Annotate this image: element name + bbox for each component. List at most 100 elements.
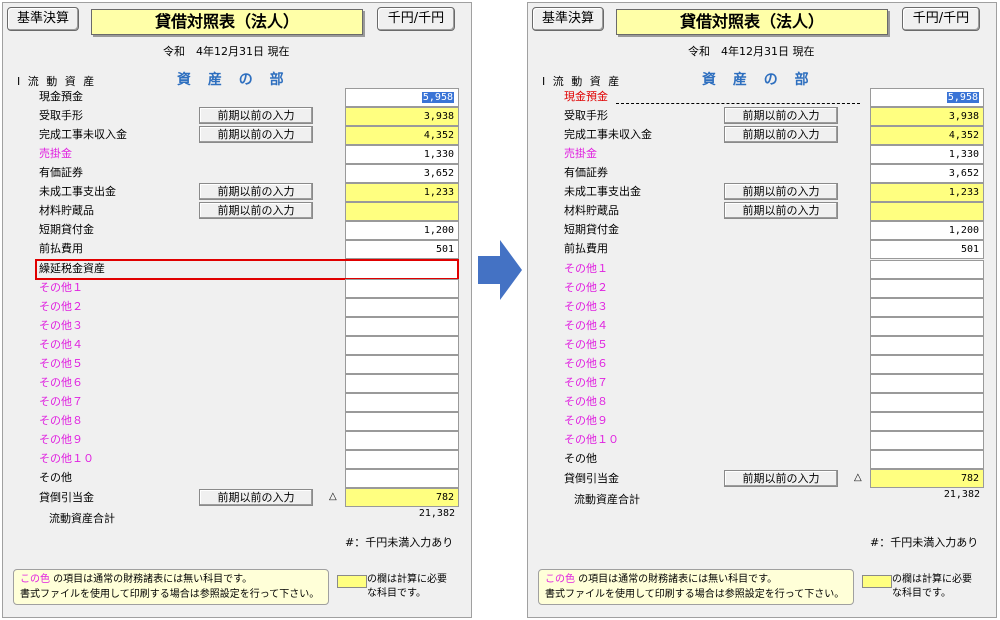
amount-cell[interactable] bbox=[870, 317, 984, 336]
prior-period-input-button[interactable]: 前期以前の入力 bbox=[199, 202, 313, 219]
amount-cell[interactable] bbox=[870, 355, 984, 374]
prior-period-input-button[interactable]: 前期以前の入力 bbox=[724, 202, 838, 219]
row-label: 有価証券 bbox=[39, 166, 83, 179]
amount-cell[interactable] bbox=[345, 317, 459, 336]
unit-button[interactable]: 千円/千円 bbox=[902, 7, 980, 31]
left-panel: 基準決算 貸借対照表（法人） 千円/千円 令和 4年12月31日 現在 Ⅰ 流 … bbox=[2, 2, 472, 618]
row-label: 受取手形 bbox=[564, 109, 608, 122]
row-label: その他５ bbox=[564, 338, 608, 351]
legend-box: この色 の項目は通常の財務諸表には無い科目です。 書式ファイルを使用して印刷する… bbox=[538, 569, 854, 605]
amount-cell[interactable]: 1,233 bbox=[345, 183, 459, 202]
legend-line-1: の項目は通常の財務諸表には無い科目です。 bbox=[575, 574, 778, 585]
row-label: その他８ bbox=[564, 395, 608, 408]
swatch-text: の欄は計算に必要 な科目です。 bbox=[892, 574, 972, 599]
prior-period-input-button[interactable]: 前期以前の入力 bbox=[724, 470, 838, 487]
amount-cell[interactable]: 501 bbox=[870, 240, 984, 259]
row-label: 有価証券 bbox=[564, 166, 608, 179]
row-label: その他３ bbox=[564, 300, 608, 313]
amount-cell[interactable] bbox=[870, 374, 984, 393]
prior-period-input-button[interactable]: 前期以前の入力 bbox=[199, 183, 313, 200]
amount-cell[interactable]: 4,352 bbox=[345, 126, 459, 145]
amount-cell[interactable]: 1,200 bbox=[345, 221, 459, 240]
base-settlement-button[interactable]: 基準決算 bbox=[532, 7, 604, 31]
base-settlement-button[interactable]: 基準決算 bbox=[7, 7, 79, 31]
amount-cell[interactable] bbox=[870, 336, 984, 355]
page-title: 貸借対照表（法人） bbox=[91, 9, 363, 35]
prior-period-input-button[interactable]: 前期以前の入力 bbox=[199, 107, 313, 124]
row-label: 売掛金 bbox=[39, 147, 72, 160]
section-label: 資 産 の 部 bbox=[177, 72, 290, 88]
amount-cell[interactable] bbox=[345, 336, 459, 355]
row-label: その他４ bbox=[564, 319, 608, 332]
yellow-swatch bbox=[862, 575, 892, 588]
amount-cell[interactable]: 782 bbox=[345, 488, 459, 507]
row-label: その他７ bbox=[39, 395, 83, 408]
amount-cell[interactable]: 1,200 bbox=[870, 221, 984, 240]
section-category: Ⅰ 流 動 資 産 bbox=[17, 75, 97, 88]
row-label: その他３ bbox=[39, 319, 83, 332]
amount-cell[interactable] bbox=[345, 374, 459, 393]
amount-cell[interactable] bbox=[345, 298, 459, 317]
amount-cell[interactable] bbox=[345, 279, 459, 298]
total-label: 流動資産合計 bbox=[574, 493, 640, 506]
amount-cell[interactable]: 3,652 bbox=[870, 164, 984, 183]
row-label: 売掛金 bbox=[564, 147, 597, 160]
prior-period-input-button[interactable]: 前期以前の入力 bbox=[199, 126, 313, 143]
row-label: その他８ bbox=[39, 414, 83, 427]
amount-cell[interactable]: 501 bbox=[345, 240, 459, 259]
row-label: 現金預金 bbox=[564, 90, 608, 103]
amount-cell[interactable] bbox=[870, 202, 984, 221]
amount-cell[interactable] bbox=[345, 469, 459, 488]
prior-period-input-button[interactable]: 前期以前の入力 bbox=[199, 489, 313, 506]
amount-cell[interactable] bbox=[870, 431, 984, 450]
prior-period-input-button[interactable]: 前期以前の入力 bbox=[724, 183, 838, 200]
amount-cell[interactable] bbox=[870, 298, 984, 317]
prior-period-input-button[interactable]: 前期以前の入力 bbox=[724, 107, 838, 124]
amount-cell[interactable]: 5,958 bbox=[345, 88, 459, 107]
swatch-text: の欄は計算に必要 な科目です。 bbox=[367, 574, 447, 599]
unit-button[interactable]: 千円/千円 bbox=[377, 7, 455, 31]
row-label: その他１０ bbox=[39, 452, 94, 465]
legend-color-word: この色 bbox=[545, 574, 575, 585]
amount-cell[interactable]: 5,958 bbox=[870, 88, 984, 107]
amount-cell[interactable]: 3,938 bbox=[870, 107, 984, 126]
section-category: Ⅰ 流 動 資 産 bbox=[542, 75, 622, 88]
row-label: 前払費用 bbox=[564, 242, 608, 255]
amount-cell[interactable] bbox=[345, 393, 459, 412]
amount-cell[interactable] bbox=[345, 450, 459, 469]
amount-cell[interactable] bbox=[870, 412, 984, 431]
amount-cell[interactable] bbox=[345, 412, 459, 431]
prior-period-input-button[interactable]: 前期以前の入力 bbox=[724, 126, 838, 143]
date-label: 令和 4年12月31日 現在 bbox=[688, 45, 815, 58]
row-label: 完成工事未収入金 bbox=[564, 128, 652, 141]
arrow-right-icon bbox=[478, 240, 522, 300]
amount-cell[interactable]: 3,938 bbox=[345, 107, 459, 126]
amount-cell[interactable] bbox=[870, 393, 984, 412]
row-label: 短期貸付金 bbox=[564, 223, 619, 236]
amount-cell[interactable] bbox=[870, 260, 984, 279]
triangle-mark: △ bbox=[329, 491, 337, 502]
amount-cell[interactable]: 782 bbox=[870, 469, 984, 488]
footnote: #：千円未満入力あり bbox=[870, 536, 979, 549]
amount-cell[interactable]: 1,233 bbox=[870, 183, 984, 202]
row-label: その他２ bbox=[564, 281, 608, 294]
row-label: 未成工事支出金 bbox=[564, 185, 641, 198]
amount-cell[interactable] bbox=[870, 279, 984, 298]
amount-cell[interactable]: 1,330 bbox=[345, 145, 459, 164]
amount-cell[interactable] bbox=[870, 450, 984, 469]
row-label: その他６ bbox=[39, 376, 83, 389]
row-label: その他９ bbox=[564, 414, 608, 427]
amount-cell[interactable]: 1,330 bbox=[870, 145, 984, 164]
amount-cell[interactable]: 4,352 bbox=[870, 126, 984, 145]
amount-cell[interactable] bbox=[345, 355, 459, 374]
row-label: その他 bbox=[39, 471, 72, 484]
legend-box: この色 の項目は通常の財務諸表には無い科目です。 書式ファイルを使用して印刷する… bbox=[13, 569, 329, 605]
row-label: その他１０ bbox=[564, 433, 619, 446]
row-label: 完成工事未収入金 bbox=[39, 128, 127, 141]
amount-cell[interactable]: 3,652 bbox=[345, 164, 459, 183]
footnote: #：千円未満入力あり bbox=[345, 536, 454, 549]
legend-line-1: の項目は通常の財務諸表には無い科目です。 bbox=[50, 574, 253, 585]
amount-cell[interactable] bbox=[345, 202, 459, 221]
section-label: 資 産 の 部 bbox=[702, 72, 815, 88]
amount-cell[interactable] bbox=[345, 431, 459, 450]
